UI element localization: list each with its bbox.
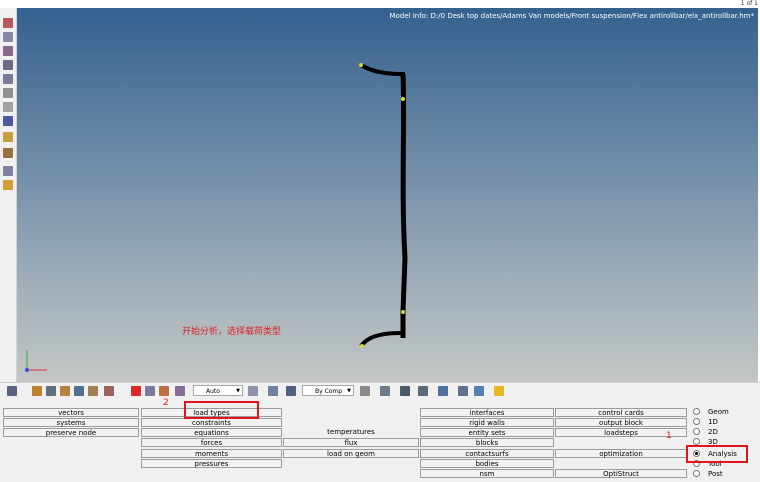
coordinate-triad-icon	[25, 350, 47, 372]
radio-post[interactable]: Post	[693, 469, 723, 479]
menu-interfaces[interactable]: interfaces	[420, 408, 554, 417]
mask-icon[interactable]	[3, 46, 13, 56]
mesh-size-icon[interactable]	[3, 180, 13, 190]
view-icon[interactable]	[3, 18, 13, 28]
radio-circle	[693, 437, 700, 445]
chevron-down-icon: ▼	[347, 388, 351, 394]
step-1-marker: 1	[666, 431, 672, 441]
menu-temperatures[interactable]: temperatures	[283, 428, 419, 437]
radio-2d[interactable]: 2D	[693, 427, 718, 437]
menu-preserve-node[interactable]: preserve node	[3, 428, 139, 437]
menu-load-on-geom[interactable]: load on geom	[283, 449, 419, 458]
visualization-icon[interactable]	[268, 386, 278, 396]
main-menu-panel: vectors systems preserve node load types…	[0, 398, 760, 482]
geom-display-icon[interactable]	[380, 386, 390, 396]
menu-rigid-walls[interactable]: rigid walls	[420, 418, 554, 427]
step-2-marker: 2	[163, 398, 169, 408]
chevron-down-icon: ▼	[236, 388, 240, 394]
radio-label: 1D	[708, 418, 718, 426]
menu-optimization[interactable]: optimization	[555, 449, 687, 458]
star-icon[interactable]	[494, 386, 504, 396]
menu-entity-sets[interactable]: entity sets	[420, 428, 554, 437]
shaded-icon[interactable]	[286, 386, 296, 396]
radio-label: Post	[708, 470, 723, 478]
loadcol-icon[interactable]	[88, 386, 98, 396]
model-canvas	[25, 63, 408, 372]
radio-circle	[693, 427, 700, 435]
menu-flux[interactable]: flux	[283, 438, 419, 447]
connector-icon[interactable]	[3, 166, 13, 176]
info-icon[interactable]	[3, 116, 13, 126]
menu-vectors[interactable]: vectors	[3, 408, 139, 417]
auto-select[interactable]: Auto ▼	[193, 385, 243, 396]
monitor-icon[interactable]	[474, 386, 484, 396]
mesh-icon[interactable]	[3, 88, 13, 98]
menu-pressures[interactable]: pressures	[141, 459, 282, 468]
radio-label: Geom	[708, 408, 729, 416]
perspective-icon[interactable]	[458, 386, 468, 396]
radio-label: 2D	[708, 428, 718, 436]
menu-nsm[interactable]: nsm	[420, 469, 554, 478]
geometry-icon[interactable]	[3, 102, 13, 112]
left-toolbar	[0, 8, 17, 382]
menu-constraints[interactable]: constraints	[141, 418, 282, 427]
material-icon[interactable]	[60, 386, 70, 396]
radio-circle	[693, 469, 700, 477]
title-strip: 1 of 1	[0, 0, 760, 8]
reset-icon[interactable]	[175, 386, 185, 396]
line-style-icon[interactable]	[400, 386, 410, 396]
radio-geom[interactable]: Geom	[693, 407, 729, 417]
graphics-viewport[interactable]: Model Info: D:/0 Desk top dates/Adams Va…	[17, 8, 758, 382]
step-annotation: 开始分析，选择载荷类型	[182, 327, 282, 337]
menu-bodies[interactable]: bodies	[420, 459, 554, 468]
assembly-icon[interactable]	[46, 386, 56, 396]
organize-icon[interactable]	[104, 386, 114, 396]
radio-circle	[693, 417, 700, 425]
highlight-analysis	[686, 445, 748, 463]
shade-icon[interactable]	[3, 60, 13, 70]
menu-output-block[interactable]: output block	[555, 418, 687, 427]
delete-icon[interactable]	[131, 386, 141, 396]
radio-circle	[693, 407, 700, 415]
menu-blocks[interactable]: blocks	[420, 438, 554, 447]
main-toolbar: Auto ▼ By Comp ▼	[0, 382, 760, 399]
property-icon[interactable]	[74, 386, 84, 396]
comp-select-value: By Comp	[315, 388, 343, 395]
display-icon[interactable]	[3, 32, 13, 42]
by-comp-select[interactable]: By Comp ▼	[302, 385, 354, 396]
tool-icon[interactable]	[3, 148, 13, 158]
menu-forces[interactable]: forces	[141, 438, 282, 447]
menu-equations[interactable]: equations	[141, 428, 282, 437]
view-orient-icon[interactable]	[438, 386, 448, 396]
antirollbar-model	[359, 63, 408, 348]
menu-systems[interactable]: systems	[3, 418, 139, 427]
mask-element-icon[interactable]	[159, 386, 169, 396]
find-icon[interactable]	[145, 386, 155, 396]
plane-icon[interactable]	[418, 386, 428, 396]
menu-contactsurfs[interactable]: contactsurfs	[420, 449, 554, 458]
element-display-icon[interactable]	[360, 386, 370, 396]
radio-1d[interactable]: 1D	[693, 417, 718, 427]
wireframe-icon[interactable]	[3, 74, 13, 84]
highlight-icon[interactable]	[3, 132, 13, 142]
menu-moments[interactable]: moments	[141, 449, 282, 458]
select-icon[interactable]	[248, 386, 258, 396]
files-icon[interactable]	[7, 386, 17, 396]
auto-select-value: Auto	[206, 388, 220, 395]
menu-control-cards[interactable]: control cards	[555, 408, 687, 417]
page-count: 1 of 1	[740, 0, 758, 7]
highlight-load-types	[184, 401, 259, 419]
component-icon[interactable]	[32, 386, 42, 396]
menu-optistruct[interactable]: OptiStruct	[555, 469, 687, 478]
